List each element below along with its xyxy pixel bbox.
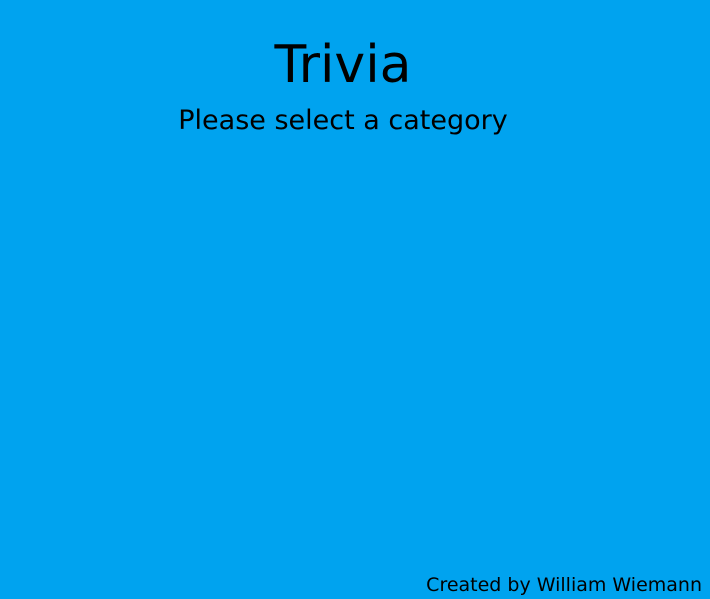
trivia-window: Trivia Please select a category Created … [0,0,710,599]
author-credit: Created by William Wiemann [426,574,702,596]
category-list [0,150,710,560]
category-prompt: Please select a category [178,105,508,136]
page-title: Trivia [274,35,412,95]
